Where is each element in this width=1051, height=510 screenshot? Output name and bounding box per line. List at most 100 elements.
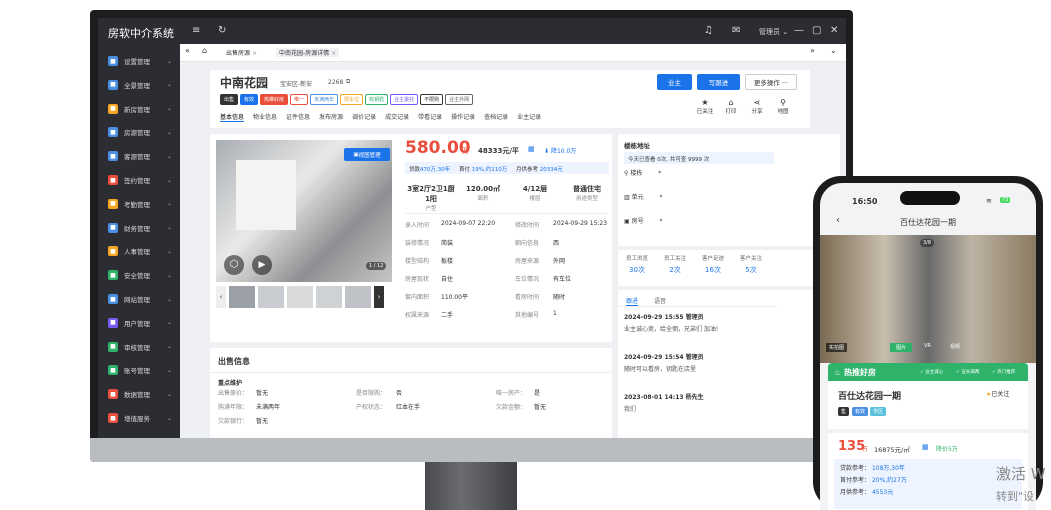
phone-hero-image[interactable]: 3/8 实拍图 图片 VR 视频 — [820, 235, 1036, 363]
phone-calculator-icon[interactable]: ▦ — [922, 443, 929, 451]
sidebar-item[interactable]: ■ 客源管理 ⌄ — [108, 147, 176, 165]
tab-close-icon[interactable]: × — [331, 50, 336, 57]
detail-label: 房屋来源 — [515, 258, 540, 265]
building-field[interactable]: ▥ 单元 * — [624, 192, 663, 201]
sidebar-item[interactable]: ■ 安全管理 ⌄ — [108, 266, 176, 284]
phone-back-icon[interactable]: ‹ — [836, 215, 840, 226]
tabs-dropdown-icon[interactable]: ⌄ — [830, 46, 837, 55]
sidebar-item[interactable]: ■ 全景管理 ⌄ — [108, 76, 176, 94]
sidebar-item[interactable]: ■ 签约管理 ⌄ — [108, 171, 176, 189]
copy-icon[interactable]: ⧉ — [346, 78, 350, 86]
thumbnail[interactable] — [258, 286, 284, 308]
sidebar-item[interactable]: ■ 网站管理 ⌄ — [108, 290, 176, 308]
menu-icon[interactable]: ≡ — [192, 25, 200, 36]
thumbnail-strip: ‹ › — [216, 286, 392, 308]
phone-banner-title: ♨ 热推好房 — [834, 368, 876, 377]
detail-nav-item[interactable]: 查档记录 — [484, 114, 508, 121]
spec-summary: 3室2厅2卫1厨1阳 户型 120.00㎡ 面积 4/12层 楼层 普通住宅 用途类型 — [405, 184, 609, 214]
tab-detail[interactable]: 中南花园-房源详情 × — [276, 48, 340, 57]
detail-value: 外网 — [553, 258, 566, 265]
detail-nav-item[interactable]: 发布房源 — [319, 114, 343, 121]
sidebar-item[interactable]: ■ 用户管理 ⌄ — [108, 314, 176, 332]
detail-nav-item[interactable]: 带看记录 — [418, 114, 442, 121]
building-field-label: 单元 — [631, 194, 644, 201]
sidebar-item-label: 数据管理 — [124, 391, 150, 400]
sidebar-item[interactable]: ■ 审核管理 ⌄ — [108, 338, 176, 356]
detail-nav-item[interactable]: 证件信息 — [286, 114, 310, 121]
thumbnail[interactable] — [287, 286, 313, 308]
close-icon[interactable]: ✕ — [830, 25, 838, 36]
followup-item: 2023-08-01 14:13 杨先生 我们 — [624, 392, 780, 413]
unit-price: 48333元/平 — [478, 147, 519, 155]
tab-voice[interactable]: 语音 — [654, 296, 666, 305]
loan-label: 贷款参考： — [840, 465, 871, 472]
battery-icon: 73 — [1000, 197, 1011, 203]
calculator-icon[interactable]: ▦ — [528, 145, 535, 153]
building-field-value: * — [657, 194, 663, 201]
detail-nav-item[interactable]: 操作记录 — [451, 114, 475, 121]
sidebar-item[interactable]: ■ 账号管理 ⌄ — [108, 361, 176, 379]
thumbnail[interactable] — [316, 286, 342, 308]
tab-sale-list[interactable]: 出售房源 × — [226, 48, 257, 57]
phone-img-tab-vr[interactable]: VR — [924, 343, 931, 349]
followup-head: 2024-09-29 15:54 管理员 — [624, 354, 704, 361]
property-tag: 业主委托 — [390, 94, 419, 105]
thumbnail[interactable] — [229, 286, 255, 308]
write-followup-button[interactable]: 写跟进 — [697, 74, 740, 90]
thumb-prev-icon[interactable]: ‹ — [216, 286, 226, 308]
sidebar-item[interactable]: ■ 人事管理 ⌄ — [108, 242, 176, 260]
building-fields: ⚲ 楼栋 * ▥ 单元 * ▣ 房号 * — [624, 168, 774, 243]
home-icon[interactable]: ⌂ — [202, 46, 207, 55]
detail-nav-item[interactable]: 物业信息 — [253, 114, 277, 121]
thumb-next-icon[interactable]: › — [374, 286, 384, 308]
building-field[interactable]: ⚲ 楼栋 * — [624, 168, 661, 177]
followup-head: 2023-08-01 14:13 杨先生 — [624, 394, 704, 401]
quick-action[interactable]: ⋖ 分享 — [744, 98, 770, 115]
sidebar-item[interactable]: ■ 新房管理 ⌄ — [108, 100, 176, 118]
quick-action[interactable]: ⌂ 打印 — [718, 98, 744, 115]
more-actions-button[interactable]: 更多操作 ··· — [745, 74, 797, 90]
sidebar-item[interactable]: ■ 财务管理 ⌄ — [108, 219, 176, 237]
owner-button[interactable]: 业主 — [657, 74, 692, 90]
sidebar-item[interactable]: ■ 数据管理 ⌄ — [108, 385, 176, 403]
phone-img-tab-video[interactable]: 视频 — [950, 343, 960, 350]
tab-followup[interactable]: 跟进 — [626, 296, 639, 306]
detail-nav-item[interactable]: 成交记录 — [385, 114, 409, 121]
thumbnail[interactable] — [345, 286, 371, 308]
sidebar-item[interactable]: ■ 考勤管理 ⌄ — [108, 195, 176, 213]
detail-nav-item[interactable]: 调价记录 — [352, 114, 376, 121]
sidebar-item[interactable]: ■ 房源管理 ⌄ — [108, 123, 176, 141]
quick-action[interactable]: ⚲ 地图 — [770, 98, 796, 115]
more-actions-label: 更多操作 ··· — [753, 79, 789, 87]
tabs-forward-icon[interactable]: » — [810, 46, 815, 55]
phone-img-tab-real[interactable]: 实拍图 — [826, 343, 848, 352]
tab-close-icon[interactable]: × — [252, 50, 257, 57]
detail-nav-item[interactable]: 业主记录 — [517, 114, 541, 121]
phone-img-tab-photo[interactable]: 图片 — [890, 343, 913, 352]
detail-nav-item[interactable]: 基本信息 — [220, 114, 245, 122]
refresh-icon[interactable]: ↻ — [218, 25, 226, 36]
property-code: 2268 — [328, 79, 344, 86]
sale-label: 唯一房产： — [496, 390, 527, 397]
phone-title: 百仕达花园一期 — [900, 218, 956, 227]
sidebar-item[interactable]: ■ 增值服务 ⌄ — [108, 409, 176, 427]
bell-icon[interactable]: ♫ — [704, 25, 713, 36]
vr-icon[interactable]: ⬡ — [224, 255, 244, 275]
building-field[interactable]: ▣ 房号 * — [624, 216, 663, 225]
detail-value: 板楼 — [441, 258, 454, 265]
photo-manage-label: 视图管理 — [358, 152, 381, 159]
quick-action[interactable]: ★ 已关注 — [692, 98, 718, 115]
detail-value: 随时 — [553, 294, 566, 301]
photo-manage-button[interactable]: ▣ 视图管理 — [344, 148, 390, 161]
banner-tag-text: 证长满两 — [961, 370, 980, 375]
play-icon[interactable]: ▶ — [252, 255, 272, 275]
chat-icon[interactable]: ✉ — [732, 25, 740, 36]
property-photo[interactable]: ▣ 视图管理 ⬡ ▶ 1 / 12 — [216, 140, 392, 282]
tabs-back-icon[interactable]: « — [185, 46, 190, 55]
phone-follow[interactable]: ★已关注 — [986, 389, 1009, 398]
user-menu[interactable]: 管理员 ⌄ — [759, 27, 788, 37]
sidebar-item[interactable]: ■ 设置管理 ⌄ — [108, 52, 176, 70]
maximize-icon[interactable]: ▢ — [812, 25, 821, 36]
monitor-stand — [425, 462, 517, 510]
minimize-icon[interactable]: — — [794, 25, 804, 36]
